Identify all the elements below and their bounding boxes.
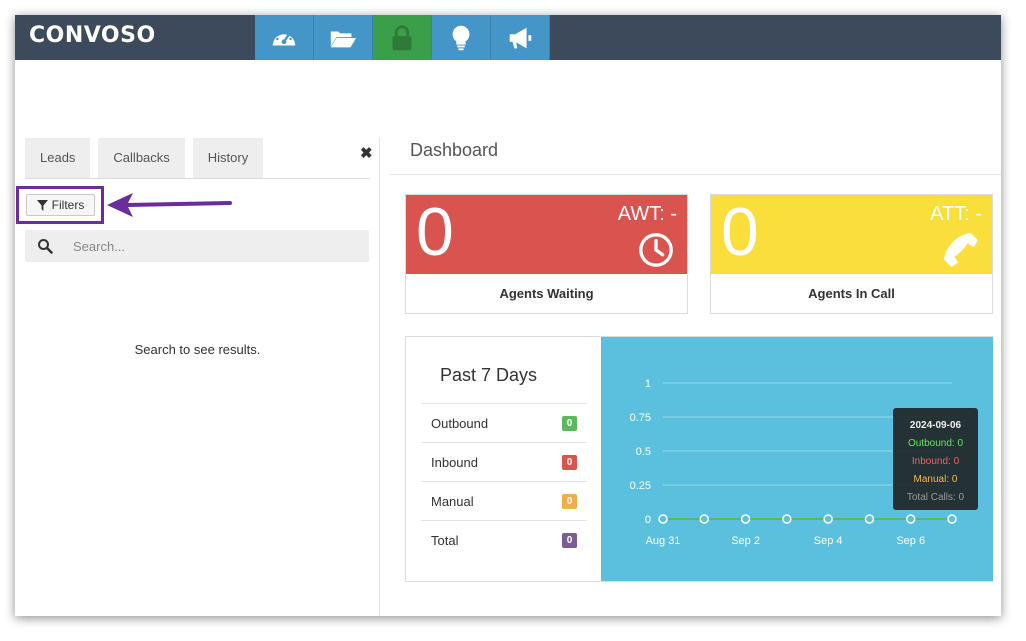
x-tick-label: Aug 31	[646, 535, 681, 547]
agents-waiting-count: 0	[416, 194, 454, 270]
awt-metric: AWT: -	[617, 203, 677, 225]
tab-history[interactable]: History	[192, 138, 264, 178]
stat-name: Total	[431, 533, 459, 548]
stats-summary: Past 7 Days Outbound 0 Inbound 0 Manual …	[406, 337, 601, 581]
tooltip-outbound: Outbound: 0	[907, 438, 964, 449]
stat-count-badge: 0	[562, 533, 577, 548]
title-divider	[390, 174, 1001, 175]
tooltip-manual: Manual: 0	[913, 474, 958, 485]
data-point[interactable]	[905, 514, 916, 524]
agents-in-call-label: Agents In Call	[808, 286, 895, 301]
folder-open-icon	[330, 30, 357, 47]
y-tick-label: 0	[645, 514, 651, 526]
top-navbar: CONVOSO	[15, 15, 1001, 60]
tab-callbacks[interactable]: Callbacks	[98, 138, 185, 178]
stat-count-badge: 0	[562, 455, 577, 470]
att-metric: ATT: -	[930, 203, 982, 225]
y-tick-label: 0.5	[636, 446, 651, 458]
y-tick-label: 0.25	[630, 480, 651, 492]
search-icon	[38, 239, 53, 254]
data-point[interactable]	[823, 514, 833, 524]
chart-tooltip: 2024-09-06 Outbound: 0 Inbound: 0 Manual…	[893, 408, 978, 510]
stat-name: Manual	[431, 494, 474, 509]
agents-waiting-card: 0 AWT: - Agents Waiting	[405, 194, 688, 314]
filters-button[interactable]: Filters	[26, 194, 95, 216]
past-7-days-panel: Past 7 Days Outbound 0 Inbound 0 Manual …	[405, 336, 993, 582]
nav-dashboard[interactable]	[255, 15, 314, 60]
page-title: Dashboard	[410, 140, 499, 160]
stat-name: Inbound	[431, 455, 478, 470]
stat-count-badge: 0	[562, 494, 577, 509]
nav-files[interactable]	[314, 15, 373, 60]
tooltip-inbound: Inbound: 0	[911, 456, 960, 467]
nav-security[interactable]	[373, 15, 432, 60]
filters-label: Filters	[51, 198, 85, 212]
tooltip-total: Total Calls: 0	[906, 492, 965, 503]
lightbulb-icon	[452, 25, 470, 50]
x-tick-label: Sep 6	[896, 535, 925, 547]
tab-leads[interactable]: Leads	[25, 138, 91, 178]
close-icon[interactable]: ✖	[360, 144, 373, 162]
phone-icon	[943, 232, 979, 268]
search-input[interactable]	[73, 230, 363, 262]
convoso-logo[interactable]: CONVOSO	[29, 23, 156, 48]
app-window: CONVOSO Leads Callbacks History ✖ Filter…	[15, 15, 1001, 616]
nav-ideas[interactable]	[432, 15, 491, 60]
main-nav	[255, 15, 550, 60]
x-tick-label: Sep 4	[814, 535, 843, 547]
data-point[interactable]	[864, 514, 875, 524]
stat-row-manual: Manual 0	[421, 481, 587, 520]
tooltip-date: 2024-09-06	[909, 420, 962, 431]
y-tick-label: 1	[645, 378, 651, 390]
stat-name: Outbound	[431, 416, 489, 431]
stat-count-badge: 0	[562, 416, 577, 431]
data-point[interactable]	[740, 514, 751, 524]
empty-results-text: Search to see results.	[134, 342, 261, 357]
dashboard-gauge-icon	[272, 30, 296, 45]
agents-waiting-label: Agents Waiting	[499, 286, 594, 301]
x-tick-label: Sep 2	[731, 535, 760, 547]
stat-row-inbound: Inbound 0	[421, 442, 587, 481]
nav-announcements[interactable]	[491, 15, 550, 60]
lock-icon	[392, 24, 412, 50]
search-box	[25, 230, 369, 262]
annotation-arrow-icon	[107, 193, 232, 217]
stats-title: Past 7 Days	[440, 365, 538, 385]
megaphone-icon	[509, 27, 532, 48]
filter-icon	[36, 199, 48, 211]
data-point[interactable]	[699, 514, 710, 524]
data-point[interactable]	[658, 514, 668, 524]
agents-in-call-card: 0 ATT: - Agents In Call	[710, 194, 993, 314]
stat-row-outbound: Outbound 0	[421, 403, 587, 442]
clock-icon	[639, 233, 673, 267]
leads-panel: Leads Callbacks History ✖ Filters Search…	[15, 138, 380, 616]
filters-highlight: Filters	[16, 186, 104, 224]
agents-in-call-count: 0	[721, 194, 759, 270]
calls-chart[interactable]: 0 0.25 0.5 0.75 1 Aug 31 Sep 2 Sep 4 Sep 6 2024-…	[601, 337, 993, 581]
panel-tabs: Leads Callbacks History	[25, 138, 370, 179]
data-point[interactable]	[947, 514, 957, 524]
y-tick-label: 0.75	[630, 412, 651, 424]
stat-row-total: Total 0	[421, 520, 587, 559]
data-point[interactable]	[782, 514, 792, 524]
